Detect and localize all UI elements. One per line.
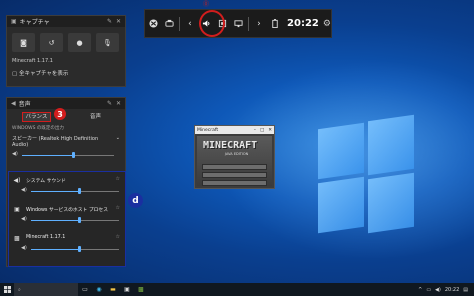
chevron-right-icon[interactable]: › <box>251 10 267 37</box>
minecraft-splash: MINECRAFT JAVA EDITION <box>197 136 272 186</box>
system-tray: ^ ▭ ◀) 20:22 ▤ <box>418 287 474 293</box>
network-icon[interactable]: ▭ <box>426 287 431 293</box>
start-icon[interactable] <box>0 283 14 296</box>
capture-header: ▣ キャプチャ ✎ ✕ <box>7 16 125 27</box>
capture-widget-icon: ▣ <box>11 18 17 25</box>
star-icon[interactable]: ☆ <box>116 234 120 240</box>
volume-icon[interactable]: ◀) <box>435 287 441 293</box>
mixer-item: ◀) システム サウンド ☆ ◀) <box>9 172 125 201</box>
pin-icon[interactable]: ✎ <box>107 100 112 107</box>
mic-button[interactable]: 🎙 <box>96 33 119 52</box>
annotation-badge-d: d <box>128 193 143 208</box>
capture-game-name: Minecraft 1.17.1 <box>12 58 53 64</box>
audio-title: 音声 <box>18 101 31 108</box>
rewind-icon: ↺ <box>48 38 55 47</box>
screenshot-button[interactable]: ◙ <box>12 33 35 52</box>
default-output-label: WINDOWS の既定の出力 <box>12 126 64 131</box>
maximize-icon[interactable]: □ <box>260 128 264 133</box>
tab-balance-label: バランス <box>21 112 52 122</box>
tab-voice-label: 音声 <box>89 114 101 120</box>
minimize-icon[interactable]: – <box>254 128 256 133</box>
chevron-down-icon: ⌄ <box>115 135 120 141</box>
camera-icon: ◙ <box>20 38 27 47</box>
speaker-icon: ◀) <box>21 216 27 222</box>
mixer-app-name: Minecraft 1.17.1 <box>26 235 66 240</box>
monitor-icon[interactable] <box>230 10 246 37</box>
mic-icon: 🎙 <box>103 38 112 47</box>
audio-widget: ◀ 音声 ✎ ✕ バランス 音声 WINDOWS の既定の出力 スピーカー (R… <box>6 97 126 267</box>
loading-bar <box>202 180 267 186</box>
store-icon[interactable]: ▣ <box>120 283 134 296</box>
notification-icon[interactable]: ▤ <box>463 287 468 293</box>
xbox-game-bar: ‹ › 20:22 ⚙ <box>144 9 332 38</box>
loading-bar <box>202 164 267 170</box>
pin-icon[interactable]: ✎ <box>107 18 112 25</box>
show-all-captures-label: 全キャプチャを表示 <box>18 71 69 77</box>
audio-button-highlight <box>199 10 225 37</box>
annotation-marker: ⓪ <box>203 1 210 8</box>
minecraft-titlebar: Minecraft – □ ✕ <box>195 126 274 134</box>
minecraft-edition: JAVA EDITION <box>225 152 249 156</box>
output-device-select[interactable]: スピーカー (Realtek High Definition Audio) ⌄ <box>7 133 125 150</box>
tab-voice[interactable]: 音声 <box>66 112 125 120</box>
mixer-item: ▣ Windows サービスのホスト プロセス ☆ ◀) <box>9 201 125 230</box>
capture-title: キャプチャ <box>19 19 50 26</box>
show-all-captures-link[interactable]: ▢ 全キャプチャを表示 <box>7 66 125 80</box>
window-title: Minecraft <box>197 127 219 133</box>
mixer-app-name: システム サウンド <box>26 179 66 184</box>
speaker-icon: ◀) <box>12 151 18 157</box>
close-icon[interactable]: ✕ <box>268 128 272 133</box>
tray-clock[interactable]: 20:22 <box>445 287 459 293</box>
loading-bar <box>202 172 267 178</box>
close-icon[interactable]: ✕ <box>116 18 121 25</box>
windows-logo-wallpaper <box>318 114 418 238</box>
minecraft-logo: MINECRAFT <box>203 140 258 151</box>
minecraft-icon: ▩ <box>14 235 20 242</box>
speaker-icon: ◀) <box>21 245 27 251</box>
chevron-left-icon[interactable]: ‹ <box>182 10 198 37</box>
clock: 20:22 <box>287 18 319 29</box>
record-button[interactable]: ● <box>68 33 91 52</box>
audio-widget-icon: ◀ <box>11 100 16 107</box>
xbox-icon[interactable] <box>145 10 161 37</box>
mixer-app-name: Windows サービスのホスト プロセス <box>26 208 109 213</box>
app-mixer: ◀) システム サウンド ☆ ◀) ▣ Windows サービスのホスト プロセ… <box>8 171 126 267</box>
minecraft-taskbar-icon[interactable]: ▩ <box>134 283 148 296</box>
gear-icon[interactable]: ⚙ <box>323 19 331 29</box>
capture-widget: ▣ キャプチャ ✎ ✕ ◙ ↺ ● 🎙 Minecraft 1.17.1 ▢ 全… <box>6 15 126 87</box>
output-device-value: スピーカー (Realtek High Definition Audio) <box>12 136 99 148</box>
speaker-icon: ◀) <box>13 177 21 184</box>
app-window-icon: ▣ <box>14 206 20 213</box>
task-view-icon[interactable]: ▭ <box>78 283 92 296</box>
audio-header: ◀ 音声 ✎ ✕ <box>7 98 125 109</box>
star-icon[interactable]: ☆ <box>116 176 120 182</box>
minecraft-launcher-window[interactable]: Minecraft – □ ✕ MINECRAFT JAVA EDITION <box>194 125 275 189</box>
speaker-icon: ◀) <box>21 187 27 193</box>
divider <box>179 16 180 31</box>
taskbar: ⌕ ▭ ◉ ▬ ▣ ▩ ^ ▭ ◀) 20:22 ▤ <box>0 283 474 296</box>
star-icon[interactable]: ☆ <box>116 205 120 211</box>
record-icon: ● <box>76 38 83 47</box>
capture-buttons: ◙ ↺ ● 🎙 <box>7 27 125 56</box>
battery-icon <box>267 10 283 37</box>
divider <box>248 16 249 31</box>
annotation-badge-3: 3 <box>54 108 66 120</box>
widget-icon[interactable] <box>161 10 177 37</box>
app-volume-slider[interactable]: ◀) <box>21 187 125 195</box>
taskbar-search[interactable]: ⌕ <box>14 283 78 296</box>
app-volume-slider[interactable]: ◀) <box>21 216 125 224</box>
master-volume-slider[interactable]: ◀) <box>12 151 120 159</box>
mixer-item: ▩ Minecraft 1.17.1 ☆ ◀) <box>9 230 125 259</box>
gallery-icon: ▢ <box>12 71 18 77</box>
audio-tabs: バランス 音声 <box>7 109 125 123</box>
chevron-up-icon[interactable]: ^ <box>418 287 422 293</box>
record-last-button[interactable]: ↺ <box>40 33 63 52</box>
edge-icon[interactable]: ◉ <box>92 283 106 296</box>
folder-icon[interactable]: ▬ <box>106 283 120 296</box>
close-icon[interactable]: ✕ <box>116 100 121 107</box>
app-volume-slider[interactable]: ◀) <box>21 245 125 253</box>
search-icon: ⌕ <box>18 286 21 293</box>
